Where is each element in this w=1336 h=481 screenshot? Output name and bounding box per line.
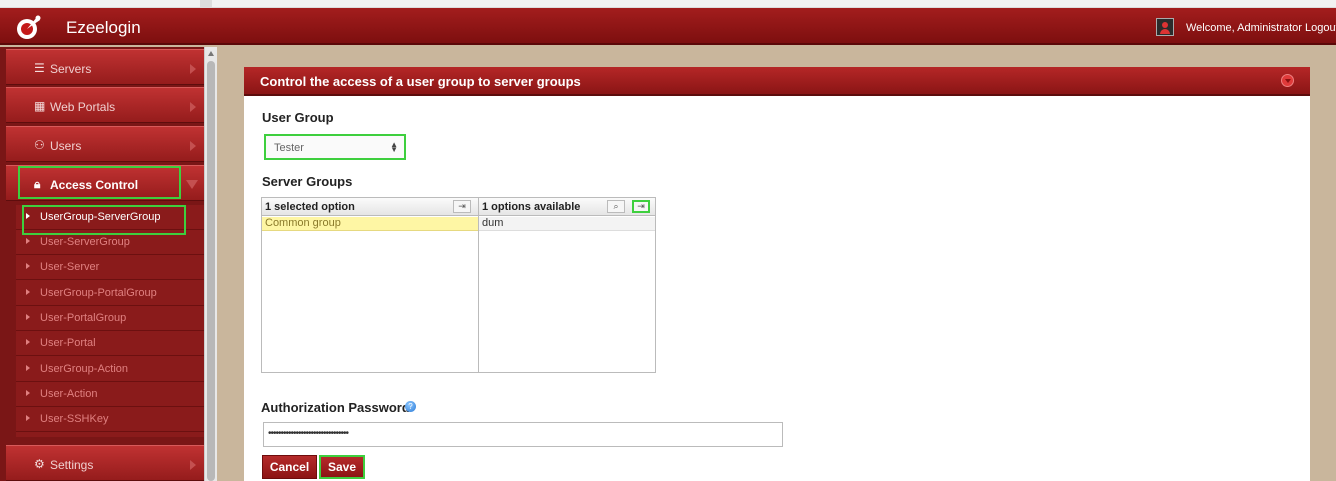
chevron-right-icon bbox=[190, 64, 196, 74]
user-group-selected-value: Tester bbox=[274, 142, 304, 154]
submenu-item-usergroup-portalgroup[interactable]: UserGroup-PortalGroup bbox=[16, 281, 204, 306]
submenu-item-user-server[interactable]: User-Server bbox=[16, 255, 204, 280]
user-avatar-icon bbox=[1156, 18, 1174, 36]
server-groups-label: Server Groups bbox=[262, 174, 353, 189]
web-portal-icon: ▦ bbox=[34, 99, 46, 113]
chevron-down-icon bbox=[186, 180, 198, 189]
help-icon[interactable]: ? bbox=[405, 401, 416, 412]
chevron-right-icon bbox=[190, 460, 196, 470]
remove-all-icon[interactable]: ⇥ bbox=[453, 200, 471, 213]
sidebar-item-label: Web Portals bbox=[50, 100, 116, 114]
available-option-item[interactable]: dum bbox=[479, 217, 655, 231]
add-all-icon[interactable]: ⇥ bbox=[632, 200, 650, 213]
bullet-icon bbox=[26, 238, 30, 244]
authorization-password-input[interactable]: •••••••••••••••••••••••••••••••• bbox=[263, 422, 783, 447]
collapse-icon[interactable] bbox=[1281, 74, 1294, 87]
select-updown-icon: ▲ ▼ bbox=[390, 140, 398, 154]
submenu-item-user-sshkey[interactable]: User-SSHKey bbox=[16, 407, 204, 432]
save-button[interactable]: Save bbox=[319, 455, 365, 479]
cancel-button[interactable]: Cancel bbox=[262, 455, 317, 479]
scroll-up-icon[interactable] bbox=[208, 51, 214, 56]
usergroup-servergroup-highlight bbox=[22, 205, 186, 235]
sidebar-item-servers[interactable]: ☰ Servers bbox=[6, 49, 204, 85]
submenu-item-user-portal[interactable]: User-Portal bbox=[16, 331, 204, 356]
submenu-item-label: User-Portal bbox=[40, 337, 96, 349]
available-options-column: 1 options available ⌕ ⇥ dum bbox=[479, 198, 655, 372]
submenu-item-user-portalgroup[interactable]: User-PortalGroup bbox=[16, 306, 204, 331]
authorization-password-label: Authorization Password bbox=[261, 400, 410, 415]
sidebar-item-users[interactable]: ⚇ Users bbox=[6, 126, 204, 162]
sidebar-item-web-portals[interactable]: ▦ Web Portals bbox=[6, 87, 204, 123]
submenu-item-label: UserGroup-Action bbox=[40, 363, 129, 375]
submenu-item-label: User-ServerGroup bbox=[40, 236, 130, 248]
app-title: Ezeelogin bbox=[66, 18, 141, 37]
selected-option-item[interactable]: Common group bbox=[262, 217, 478, 231]
sidebar-item-label: Servers bbox=[50, 62, 92, 76]
bullet-icon bbox=[26, 289, 30, 295]
access-control-highlight bbox=[18, 166, 181, 199]
sidebar: ☰ Servers ▦ Web Portals ⚇ Users 🔒︎ Acces… bbox=[0, 47, 204, 481]
server-groups-multiselect: 1 selected option ⇥ Common group 1 optio… bbox=[261, 197, 656, 373]
password-mask-text: •••••••••••••••••••••••••••••••• bbox=[268, 428, 349, 439]
main-panel: Control the access of a user group to se… bbox=[244, 67, 1310, 481]
chevron-right-icon bbox=[190, 102, 196, 112]
chevron-right-icon bbox=[190, 141, 196, 151]
bullet-icon bbox=[26, 365, 30, 371]
ezeelogin-logo-icon bbox=[17, 15, 41, 39]
sidebar-scrollbar[interactable] bbox=[204, 47, 217, 481]
selected-options-header: 1 selected option ⇥ bbox=[262, 198, 478, 216]
access-control-submenu: UserGroup-ServerGroup User-ServerGroup U… bbox=[16, 205, 204, 437]
submenu-item-user-action[interactable]: User-Action bbox=[16, 382, 204, 407]
submenu-item-label: User-Server bbox=[40, 261, 100, 273]
bullet-icon bbox=[26, 390, 30, 396]
welcome-logout-link[interactable]: Welcome, Administrator Logout bbox=[1186, 22, 1336, 34]
available-options-header: 1 options available ⌕ ⇥ bbox=[479, 198, 655, 216]
submenu-item-label: User-PortalGroup bbox=[40, 312, 127, 324]
users-icon: ⚇ bbox=[34, 138, 45, 152]
sidebar-item-label: Settings bbox=[50, 458, 94, 472]
submenu-item-usergroup-action[interactable]: UserGroup-Action bbox=[16, 357, 204, 382]
panel-title: Control the access of a user group to se… bbox=[260, 74, 581, 89]
bullet-icon bbox=[26, 339, 30, 345]
bullet-icon bbox=[26, 263, 30, 269]
selected-options-column: 1 selected option ⇥ Common group bbox=[262, 198, 479, 372]
search-icon[interactable]: ⌕ bbox=[607, 200, 625, 213]
available-count-text: 1 options available bbox=[482, 201, 581, 213]
submenu-item-label: UserGroup-PortalGroup bbox=[40, 287, 157, 299]
top-strip bbox=[0, 0, 1336, 8]
user-group-label: User Group bbox=[262, 110, 334, 125]
list-icon: ☰ bbox=[34, 61, 45, 75]
bullet-icon bbox=[26, 314, 30, 320]
sidebar-item-label: Users bbox=[50, 139, 82, 153]
submenu-item-label: User-Action bbox=[40, 388, 98, 400]
bullet-icon bbox=[26, 415, 30, 421]
gears-icon: ⚙ bbox=[34, 457, 45, 471]
panel-header: Control the access of a user group to se… bbox=[244, 67, 1310, 96]
selected-count-text: 1 selected option bbox=[265, 201, 355, 213]
submenu-item-label: User-SSHKey bbox=[40, 413, 109, 425]
user-group-select[interactable]: Tester ▲ ▼ bbox=[264, 134, 406, 160]
top-strip-mark bbox=[200, 0, 212, 8]
scrollbar-thumb[interactable] bbox=[207, 61, 215, 481]
app-header: Ezeelogin Welcome, Administrator Logout bbox=[0, 8, 1336, 45]
sidebar-item-settings[interactable]: ⚙ Settings bbox=[6, 445, 204, 481]
